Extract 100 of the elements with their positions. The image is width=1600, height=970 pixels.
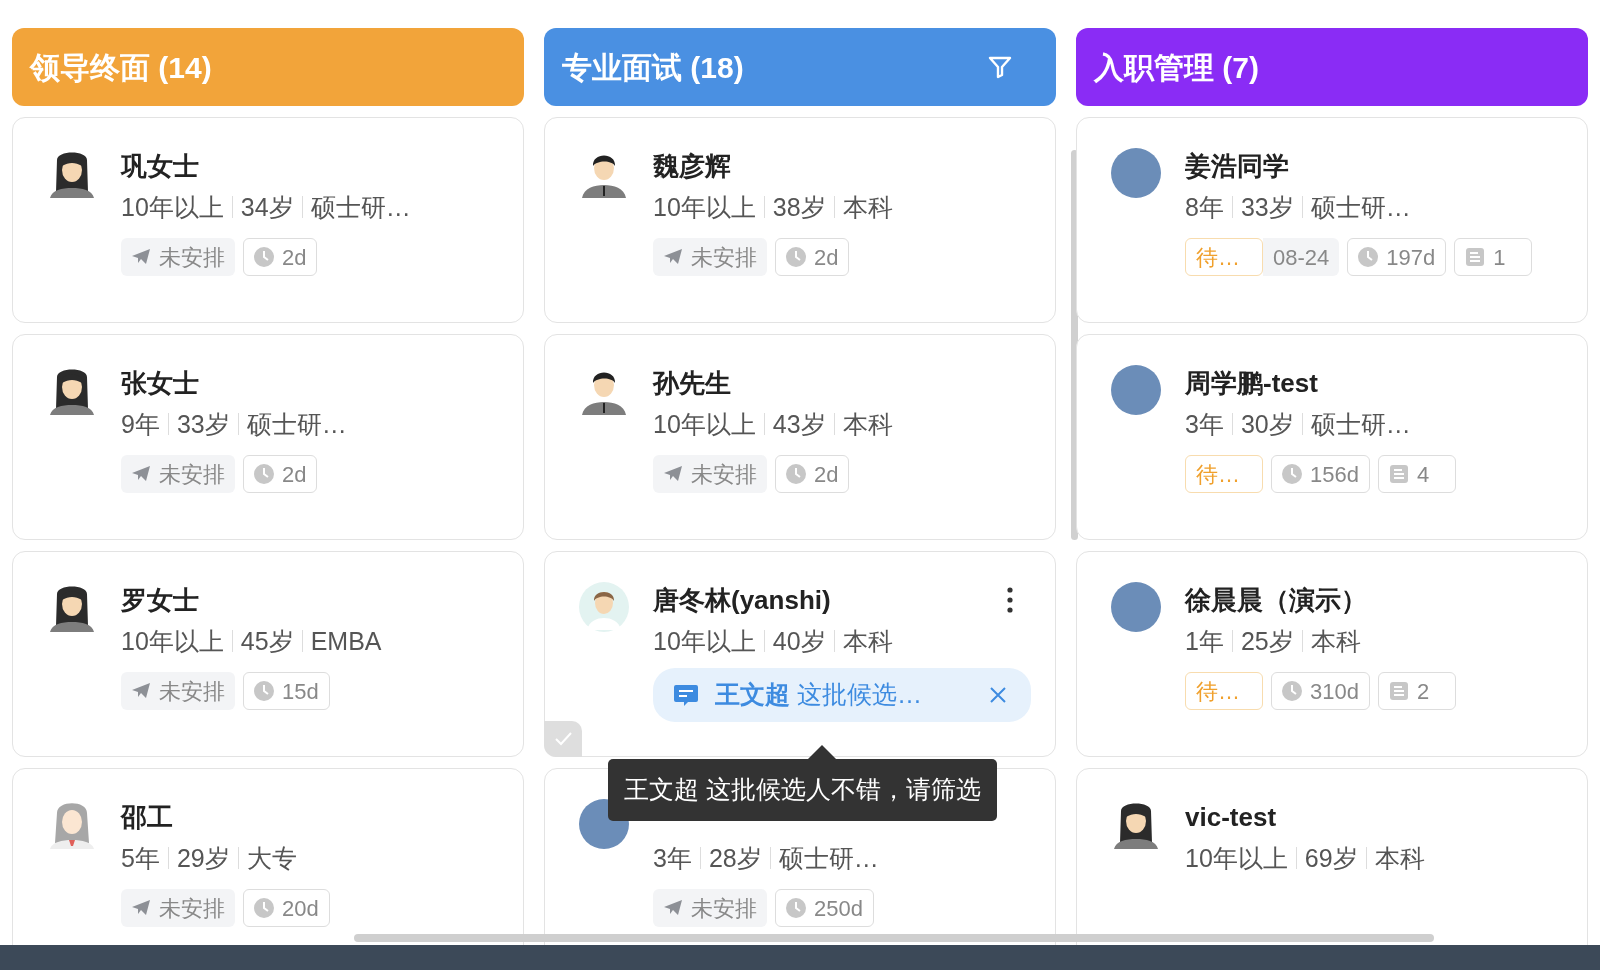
candidate-card[interactable]: 孙先生 10年以上 43岁 本科 未安排 2d xyxy=(544,334,1056,540)
status-tag: 待… xyxy=(1185,672,1263,710)
avatar-icon xyxy=(579,582,629,632)
candidate-card[interactable]: 巩女士 10年以上 34岁 硕士研… 未安排 2d xyxy=(12,117,524,323)
candidate-card[interactable]: 邵工 5年 29岁 大专 未安排 20d xyxy=(12,768,524,945)
candidate-info: 45岁 xyxy=(231,630,302,652)
candidate-info: 38岁 xyxy=(763,196,834,218)
days-tag: 2d xyxy=(775,238,850,276)
filter-icon[interactable] xyxy=(988,55,1012,79)
clock-icon xyxy=(254,464,274,484)
clock-icon xyxy=(1282,464,1302,484)
candidate-name: 唐冬林(yanshi) xyxy=(653,584,831,617)
clock-icon xyxy=(254,681,274,701)
candidate-info: 10年以上 xyxy=(121,630,225,652)
column-title: 入职管理 (7) xyxy=(1094,49,1259,86)
column-title: 领导终面 (14) xyxy=(30,49,212,86)
schedule-tag: 未安排 xyxy=(653,889,767,927)
days-tag: 20d xyxy=(243,889,330,927)
schedule-tag: 未安排 xyxy=(121,455,235,493)
notes-tag: 4 xyxy=(1377,455,1456,493)
candidate-card[interactable]: 周学鹏-test 3年 30岁 硕士研… 待… 156d 4 xyxy=(1076,334,1588,540)
date-tag: 08-24 xyxy=(1263,238,1340,276)
candidate-card[interactable]: 姜浩同学 8年 33岁 硕士研… 待… 08-24 197d 1 xyxy=(1076,117,1588,323)
clock-icon xyxy=(786,898,806,918)
status-tag: 待… xyxy=(1185,455,1263,493)
candidate-name: 姜浩同学 xyxy=(1185,150,1289,183)
candidate-info: 28岁 xyxy=(699,847,770,869)
notes-tag: 1 xyxy=(1454,238,1533,276)
schedule-tag: 未安排 xyxy=(121,238,235,276)
candidate-info: 10年以上 xyxy=(653,413,757,435)
candidate-name: 魏彦辉 xyxy=(653,150,731,183)
candidate-info: 30岁 xyxy=(1231,413,1302,435)
candidate-name: 孙先生 xyxy=(653,367,731,400)
photo-placeholder xyxy=(1111,365,1161,415)
candidate-info: 硕士研… xyxy=(1301,196,1419,218)
clock-icon xyxy=(1358,247,1379,267)
candidate-info: 本科 xyxy=(833,413,901,435)
candidate-info: 本科 xyxy=(1301,630,1369,652)
candidate-card[interactable]: 徐晨晨（演示） 1年 25岁 本科 待… 310d 2 xyxy=(1076,551,1588,757)
candidate-info: 29岁 xyxy=(167,847,238,869)
candidate-name: 巩女士 xyxy=(121,150,199,183)
days-tag: 250d xyxy=(775,889,874,927)
candidate-info: 硕士研… xyxy=(769,847,887,869)
column-title: 专业面试 (18) xyxy=(562,49,744,86)
candidate-info: 10年以上 xyxy=(121,196,225,218)
candidate-name: 周学鹏-test xyxy=(1185,367,1318,400)
schedule-tag: 未安排 xyxy=(121,889,235,927)
candidate-info: 33岁 xyxy=(1231,196,1302,218)
candidate-name: 邵工 xyxy=(121,801,173,834)
candidate-info: 33岁 xyxy=(167,413,238,435)
candidate-info: 1年 xyxy=(1185,630,1225,652)
more-icon[interactable] xyxy=(1007,587,1013,613)
candidate-card[interactable]: vic-test 10年以上 69岁 本科 xyxy=(1076,768,1588,945)
photo-placeholder xyxy=(579,799,629,849)
days-tag: 156d xyxy=(1271,455,1370,493)
days-tag: 15d xyxy=(243,672,330,710)
candidate-info: 硕士研… xyxy=(237,413,355,435)
candidate-info: 8年 xyxy=(1185,196,1225,218)
candidate-card[interactable]: 魏彦辉 10年以上 38岁 本科 未安排 2d xyxy=(544,117,1056,323)
candidate-info: 10年以上 xyxy=(653,196,757,218)
document-icon xyxy=(1465,247,1486,267)
candidate-info: 本科 xyxy=(1365,847,1433,869)
candidate-info: 硕士研… xyxy=(301,196,419,218)
days-tag: 197d xyxy=(1347,238,1447,276)
document-icon xyxy=(1388,464,1409,484)
candidate-info: 10年以上 xyxy=(653,630,757,652)
clock-icon xyxy=(254,898,274,918)
candidate-info: 3年 xyxy=(653,847,693,869)
candidate-info: 10年以上 xyxy=(1185,847,1289,869)
select-checkbox[interactable] xyxy=(544,721,582,757)
candidate-card[interactable]: 张女士 9年 33岁 硕士研… 未安排 2d xyxy=(12,334,524,540)
tooltip: 王文超 这批候选人不错，请筛选 xyxy=(608,745,997,821)
clock-icon xyxy=(786,464,806,484)
candidate-name: vic-test xyxy=(1185,801,1277,834)
candidate-info: 43岁 xyxy=(763,413,834,435)
candidate-info: 69岁 xyxy=(1295,847,1366,869)
candidate-card[interactable]: 唐冬林(yanshi) 10年以上 40岁 本科 王文超 这批候选… xyxy=(544,551,1056,757)
photo-placeholder xyxy=(1111,148,1161,198)
schedule-tag: 未安排 xyxy=(121,672,235,710)
document-icon xyxy=(1388,681,1409,701)
candidate-info: 本科 xyxy=(833,196,901,218)
candidate-info: 25岁 xyxy=(1231,630,1302,652)
days-tag: 310d xyxy=(1271,672,1370,710)
candidate-info: 5年 xyxy=(121,847,161,869)
candidate-info: 34岁 xyxy=(231,196,302,218)
candidate-name: 徐晨晨（演示） xyxy=(1185,584,1367,617)
days-tag: 2d xyxy=(243,238,318,276)
candidate-info: 9年 xyxy=(121,413,161,435)
photo-placeholder xyxy=(1111,582,1161,632)
candidate-name: 罗女士 xyxy=(121,584,199,617)
clock-icon xyxy=(1282,681,1302,701)
schedule-tag: 未安排 xyxy=(653,455,767,493)
candidate-info: EMBA xyxy=(301,630,390,652)
candidate-info: 硕士研… xyxy=(1301,413,1419,435)
candidate-card[interactable]: 罗女士 10年以上 45岁 EMBA 未安排 15d xyxy=(12,551,524,757)
clock-icon xyxy=(254,247,274,267)
close-icon[interactable] xyxy=(989,686,1007,704)
scrollbar-thumb[interactable] xyxy=(354,934,1434,942)
days-tag: 2d xyxy=(243,455,318,493)
days-tag: 2d xyxy=(775,455,850,493)
